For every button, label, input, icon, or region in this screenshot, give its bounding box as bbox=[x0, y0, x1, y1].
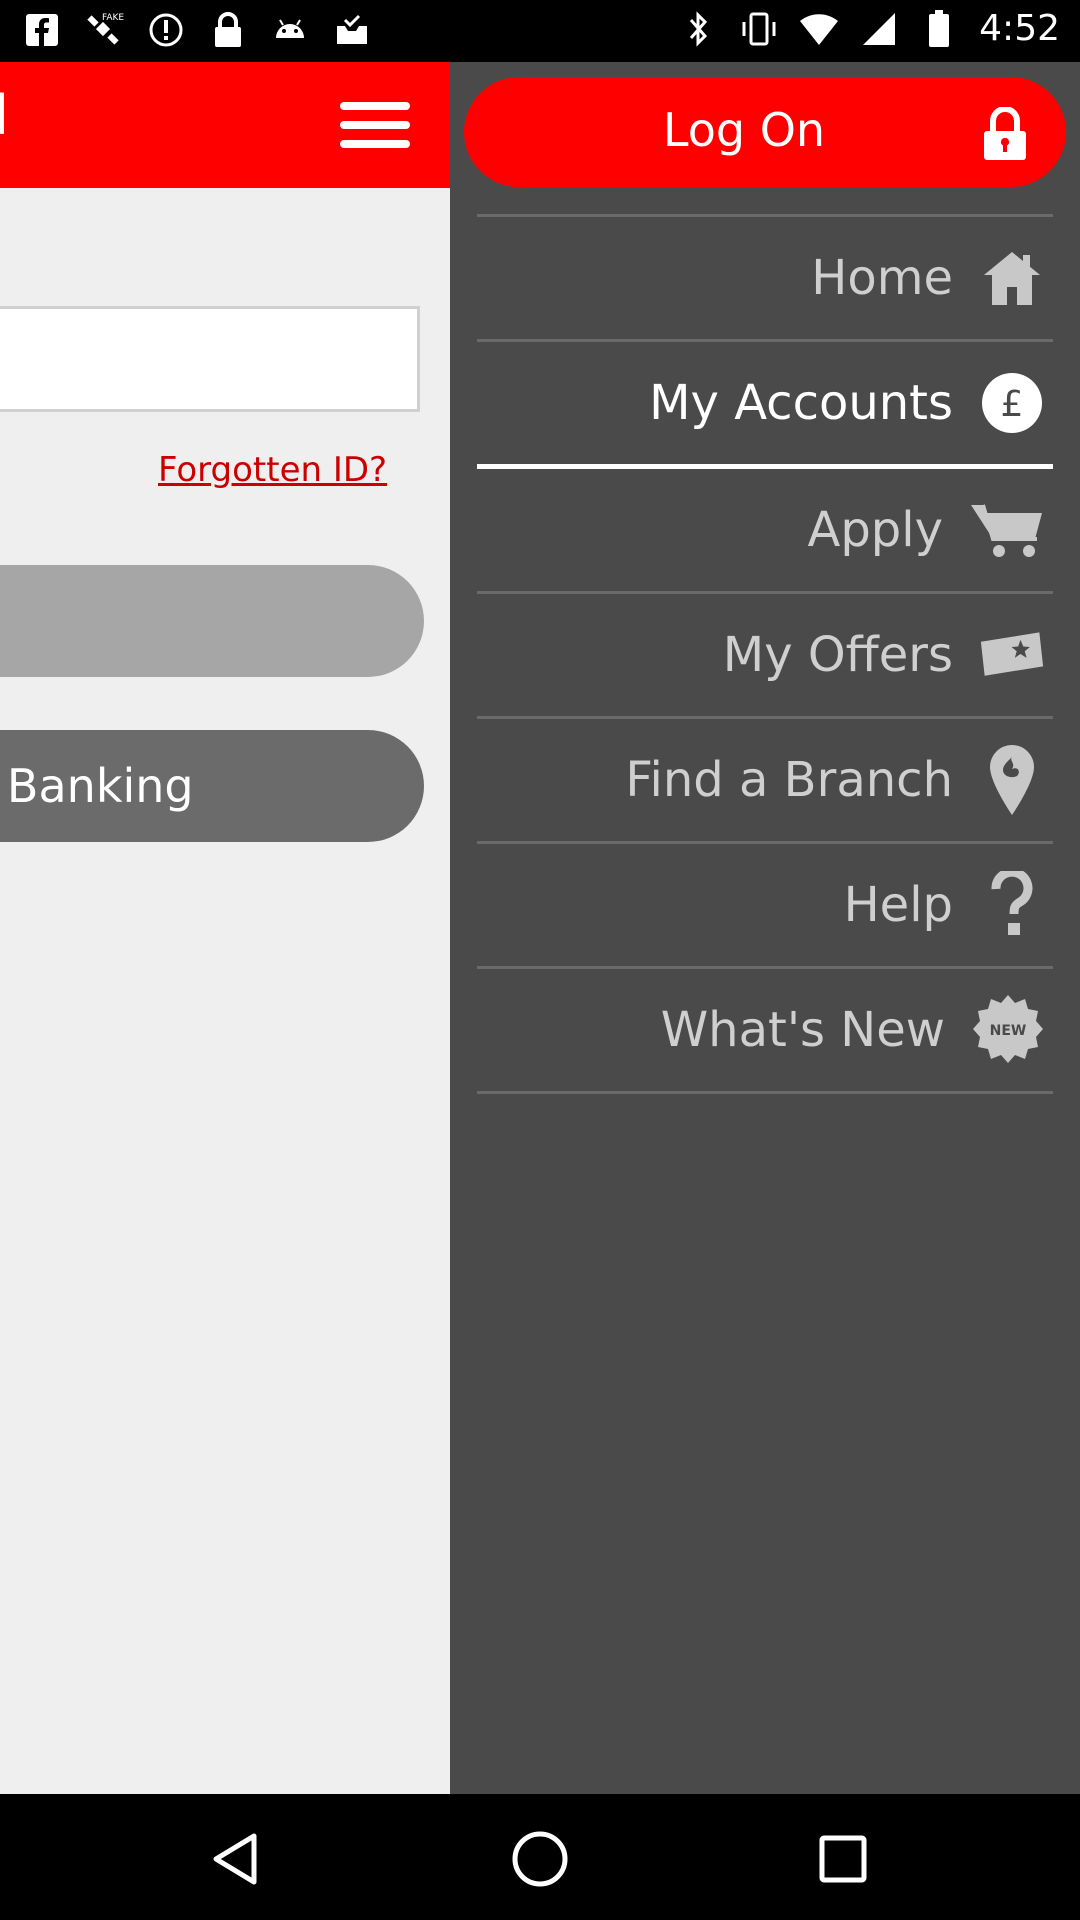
header-title-fragment: l bbox=[0, 84, 10, 147]
login-screen: l Forgotten ID? n e Banking bbox=[0, 62, 450, 1794]
menu-item-my-offers[interactable]: My Offers bbox=[477, 594, 1053, 716]
new-badge-icon: NEW bbox=[971, 993, 1045, 1067]
signal-icon bbox=[859, 9, 899, 49]
menu-item-label: Help bbox=[843, 877, 953, 933]
customer-id-input[interactable] bbox=[0, 306, 420, 412]
primary-button[interactable]: n bbox=[0, 565, 424, 677]
clock: 4:52 bbox=[979, 8, 1060, 49]
question-icon bbox=[979, 871, 1045, 938]
svg-text:FAKE: FAKE bbox=[102, 13, 124, 23]
home-icon bbox=[979, 245, 1045, 311]
svg-text:£: £ bbox=[1001, 384, 1024, 425]
map-pin-icon bbox=[979, 745, 1045, 815]
online-banking-button[interactable]: e Banking bbox=[0, 730, 424, 842]
menu-item-label: My Accounts bbox=[649, 375, 953, 431]
forgotten-id-link[interactable]: Forgotten ID? bbox=[158, 450, 387, 490]
wifi-icon bbox=[799, 9, 839, 49]
log-on-label: Log On bbox=[662, 103, 826, 157]
menu-item-label: Find a Branch bbox=[625, 752, 953, 808]
menu-item-home[interactable]: Home bbox=[477, 217, 1053, 339]
app-header: l bbox=[0, 62, 450, 188]
battery-icon bbox=[919, 9, 959, 49]
system-nav-bar bbox=[0, 1794, 1080, 1920]
drawer-menu: Home My Accounts £ Apply My Offers Find … bbox=[477, 214, 1053, 1094]
menu-item-my-accounts[interactable]: My Accounts £ bbox=[477, 342, 1053, 464]
menu-icon[interactable] bbox=[340, 102, 410, 152]
home-circle-icon[interactable] bbox=[505, 1824, 575, 1894]
bluetooth-icon bbox=[679, 9, 719, 49]
alert-circle-icon bbox=[146, 10, 186, 50]
vibrate-icon bbox=[739, 9, 779, 49]
menu-item-label: My Offers bbox=[722, 627, 953, 683]
menu-item-find-a-branch[interactable]: Find a Branch bbox=[477, 719, 1053, 841]
online-banking-button-label: e Banking bbox=[0, 759, 194, 813]
svg-text:NEW: NEW bbox=[990, 1023, 1027, 1039]
fake-gps-icon: FAKE bbox=[84, 10, 124, 50]
menu-item-whats-new[interactable]: What's New NEW bbox=[477, 969, 1053, 1091]
navigation-drawer: Log On Home My Accounts £ Apply My Offer… bbox=[450, 62, 1080, 1794]
menu-item-label: Home bbox=[811, 250, 953, 306]
padlock-icon bbox=[982, 106, 1028, 161]
menu-item-help[interactable]: Help bbox=[477, 844, 1053, 966]
log-on-button[interactable]: Log On bbox=[464, 77, 1066, 187]
inbox-check-icon bbox=[332, 10, 372, 50]
back-icon[interactable] bbox=[200, 1824, 270, 1894]
facebook-icon bbox=[22, 10, 62, 50]
cart-icon bbox=[969, 497, 1045, 563]
lock-icon bbox=[208, 10, 248, 50]
recents-icon[interactable] bbox=[808, 1824, 878, 1894]
offer-tag-icon bbox=[979, 622, 1045, 688]
menu-item-label: Apply bbox=[807, 502, 943, 558]
status-right: 4:52 bbox=[679, 8, 1060, 49]
menu-item-apply[interactable]: Apply bbox=[477, 469, 1053, 591]
menu-item-label: What's New bbox=[660, 1002, 945, 1058]
android-icon bbox=[270, 10, 310, 50]
status-left-icons: FAKE bbox=[22, 10, 372, 50]
status-bar: FAKE 4:52 bbox=[0, 0, 1080, 62]
pound-coin-icon: £ bbox=[979, 370, 1045, 436]
divider bbox=[477, 1091, 1053, 1094]
